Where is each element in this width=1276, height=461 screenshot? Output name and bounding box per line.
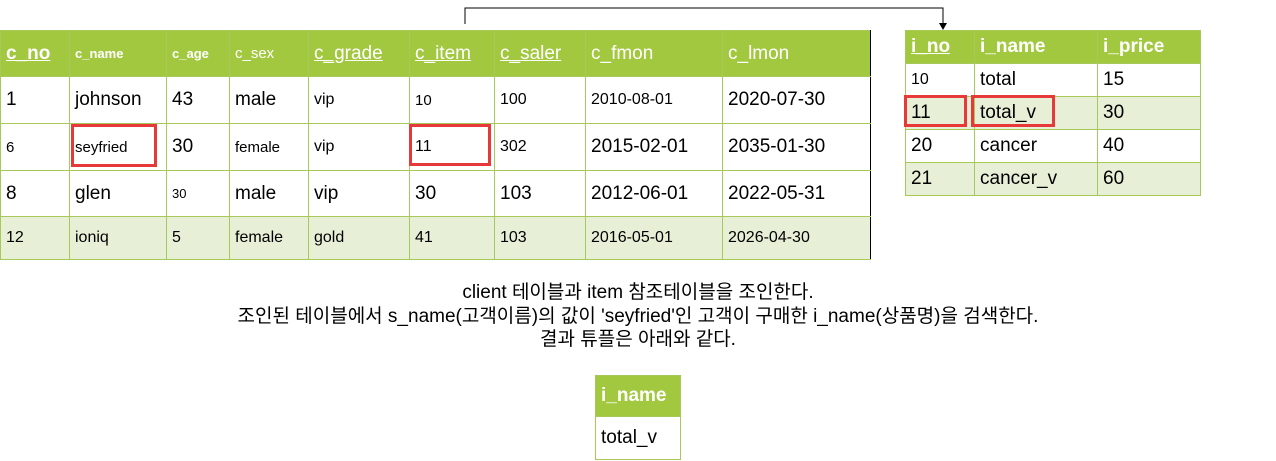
client-col-c_no: c_no: [0, 30, 70, 77]
client-cell-c_item: 30: [409, 170, 495, 217]
client-table: c_no c_name c_age c_sex c_grade c_item c…: [0, 30, 871, 260]
item-cell-i_name: cancer_v: [974, 162, 1098, 196]
client-cell-c_name: seyfried: [69, 123, 167, 171]
item-cell-i_no: 21: [905, 162, 975, 196]
client-cell-c_grade: vip: [308, 170, 410, 217]
client-cell-c_sex: male: [229, 76, 309, 124]
item-row: 21 cancer_v 60: [905, 162, 1201, 196]
item-cell-i_no: 20: [905, 129, 975, 163]
client-cell-c_item: 41: [409, 216, 495, 260]
item-row: 10 total 15: [905, 63, 1201, 97]
client-cell-c_saler: 302: [494, 123, 586, 171]
client-cell-c_lmon: 2035-01-30: [722, 123, 871, 171]
client-header-row: c_no c_name c_age c_sex c_grade c_item c…: [0, 30, 871, 77]
client-cell-c_grade: vip: [308, 123, 410, 171]
item-cell-i_price: 30: [1097, 96, 1201, 130]
client-col-c_saler: c_saler: [494, 30, 586, 77]
client-cell-c_sex: female: [229, 216, 309, 260]
item-cell-i_name: total_v: [974, 96, 1098, 130]
item-row: 11 total_v 30: [905, 96, 1201, 130]
item-header-row: i_no i_name i_price: [905, 30, 1201, 64]
item-table: i_no i_name i_price 10 total 15 11 total…: [905, 30, 1201, 196]
description-line-2: 조인된 테이블에서 s_name(고객이름)의 값이 'seyfried'인 고…: [237, 305, 1039, 327]
client-col-c_age: c_age: [166, 30, 230, 77]
client-cell-c_name: glen: [69, 170, 167, 217]
client-cell-c_lmon: 2020-07-30: [722, 76, 871, 124]
client-cell-c_item: 11: [409, 123, 495, 171]
client-col-c_item: c_item: [409, 30, 495, 77]
client-col-c_lmon: c_lmon: [722, 30, 871, 77]
client-cell-c_name: johnson: [69, 76, 167, 124]
client-cell-c_name: ioniq: [69, 216, 167, 260]
item-cell-i_name: cancer: [974, 129, 1098, 163]
item-cell-i_no: 10: [905, 63, 975, 97]
client-col-c_grade: c_grade: [308, 30, 410, 77]
client-cell-c_sex: male: [229, 170, 309, 217]
client-cell-c_age: 30: [166, 123, 230, 171]
item-cell-i_price: 15: [1097, 63, 1201, 97]
client-cell-c_lmon: 2026-04-30: [722, 216, 871, 260]
result-col-i_name: i_name: [595, 375, 681, 417]
client-row: 6 seyfried 30 female vip 11 302 2015-02-…: [0, 123, 871, 171]
client-cell-c_sex: female: [229, 123, 309, 171]
client-cell-c_no: 1: [0, 76, 70, 124]
client-cell-c_saler: 103: [494, 216, 586, 260]
client-cell-c_item: 10: [409, 76, 495, 124]
client-row: 8 glen 30 male vip 30 103 2012-06-01 202…: [0, 170, 871, 217]
item-cell-i_price: 40: [1097, 129, 1201, 163]
result-cell-i_name: total_v: [595, 416, 681, 460]
client-cell-c_grade: vip: [308, 76, 410, 124]
client-cell-c_fmon: 2010-08-01: [585, 76, 723, 124]
item-col-i_no: i_no: [905, 30, 975, 64]
item-col-i_name: i_name: [974, 30, 1098, 64]
client-col-c_fmon: c_fmon: [585, 30, 723, 77]
client-cell-c_fmon: 2012-06-01: [585, 170, 723, 217]
result-table: i_name total_v: [595, 375, 681, 460]
client-cell-c_saler: 103: [494, 170, 586, 217]
result-row: total_v: [595, 416, 681, 460]
client-row: 12 ioniq 5 female gold 41 103 2016-05-01…: [0, 216, 871, 260]
client-cell-c_fmon: 2015-02-01: [585, 123, 723, 171]
item-col-i_price: i_price: [1097, 30, 1201, 64]
item-cell-i_price: 60: [1097, 162, 1201, 196]
result-header-row: i_name: [595, 375, 681, 417]
client-row: 1 johnson 43 male vip 10 100 2010-08-01 …: [0, 76, 871, 124]
client-col-c_sex: c_sex: [229, 30, 309, 77]
client-cell-c_saler: 100: [494, 76, 586, 124]
client-cell-c_no: 8: [0, 170, 70, 217]
client-cell-c_grade: gold: [308, 216, 410, 260]
description-line-1: client 테이블과 item 참조테이블을 조인한다.: [462, 282, 814, 303]
item-row: 20 cancer 40: [905, 129, 1201, 163]
client-cell-c_lmon: 2022-05-31: [722, 170, 871, 217]
item-cell-i_name: total: [974, 63, 1098, 97]
description-text: client 테이블과 item 참조테이블을 조인한다. 조인된 테이블에서 …: [0, 281, 1276, 352]
description-line-3: 결과 튜플은 아래와 같다.: [540, 329, 736, 350]
client-cell-c_fmon: 2016-05-01: [585, 216, 723, 260]
client-cell-c_age: 43: [166, 76, 230, 124]
client-col-c_name: c_name: [69, 30, 167, 77]
client-cell-c_age: 5: [166, 216, 230, 260]
client-cell-c_age: 30: [166, 170, 230, 217]
item-cell-i_no: 11: [905, 96, 975, 130]
client-cell-c_no: 12: [0, 216, 70, 260]
client-cell-c_no: 6: [0, 123, 70, 171]
